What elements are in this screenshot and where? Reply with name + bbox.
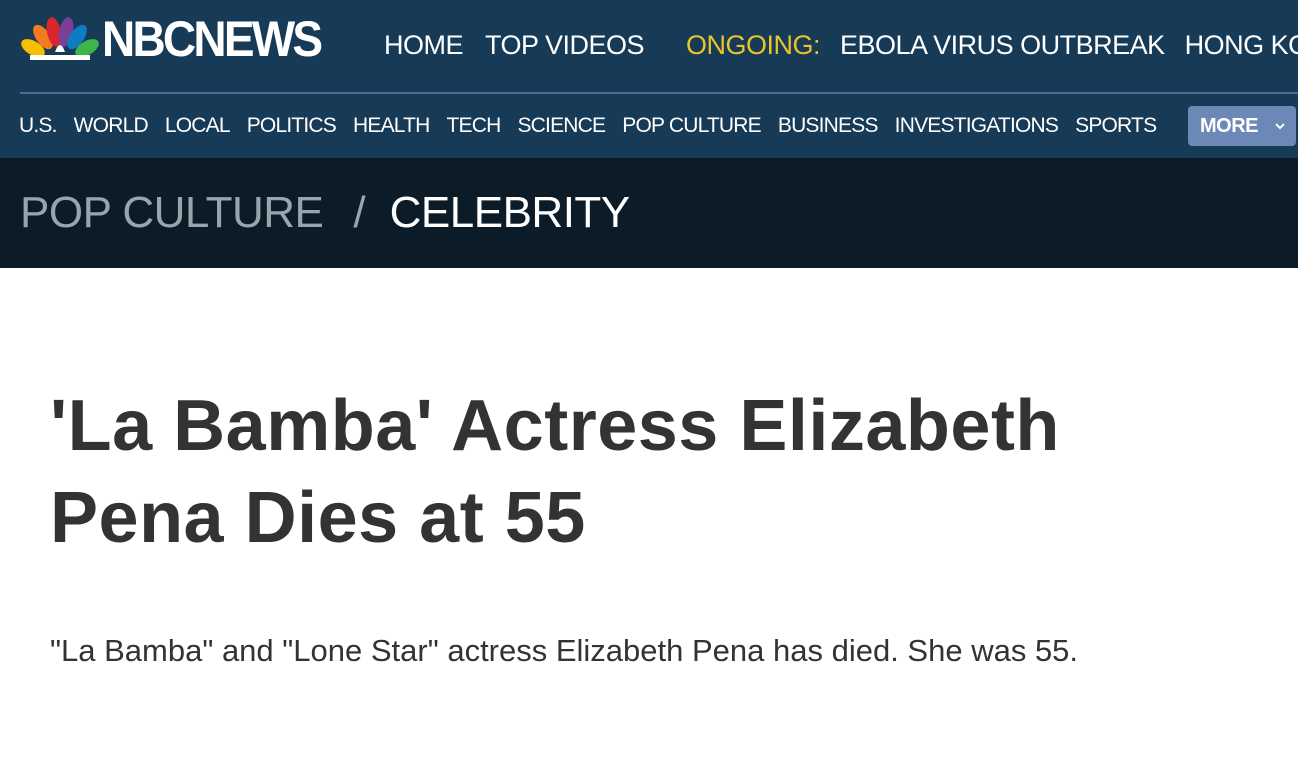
section-nav-politics[interactable]: POLITICS (247, 112, 337, 140)
article-headline: 'La Bamba' Actress Elizabeth Pena Dies a… (50, 386, 1060, 558)
chevron-down-icon (1275, 123, 1285, 130)
section-nav: U.S. WORLD LOCAL POLITICS HEALTH TECH SC… (19, 112, 1173, 140)
top-nav: HOME TOP VIDEOS (384, 28, 666, 62)
top-nav-home[interactable]: HOME (384, 28, 464, 62)
ongoing-topics: ONGOING: EBOLA VIRUS OUTBREAK HONG KONG (686, 28, 1298, 62)
section-nav-science[interactable]: SCIENCE (517, 112, 606, 140)
section-nav-business[interactable]: BUSINESS (778, 112, 879, 140)
section-nav-pop-culture[interactable]: POP CULTURE (622, 112, 761, 140)
header-divider (20, 92, 1298, 94)
breadcrumb: POP CULTURE / CELEBRITY (20, 186, 630, 240)
article-summary: "La Bamba" and "Lone Star" actress Eliza… (50, 633, 1079, 668)
section-nav-investigations[interactable]: INVESTIGATIONS (895, 112, 1059, 140)
nbc-news-logo[interactable]: NBCNEWS (20, 14, 339, 64)
section-nav-health[interactable]: HEALTH (353, 112, 430, 140)
ongoing-label: ONGOING: (686, 30, 821, 60)
more-button[interactable]: MORE (1188, 106, 1296, 146)
section-nav-sports[interactable]: SPORTS (1075, 112, 1157, 140)
ongoing-ebola-link[interactable]: EBOLA VIRUS OUTBREAK (840, 28, 1165, 62)
logo-wordmark: NBCNEWS (102, 11, 323, 67)
breadcrumb-current-link[interactable]: CELEBRITY (390, 186, 631, 240)
section-nav-us[interactable]: U.S. (19, 112, 57, 140)
ongoing-hong-kong-link[interactable]: HONG KONG (1185, 28, 1298, 62)
section-nav-world[interactable]: WORLD (74, 112, 149, 140)
top-nav-top-videos[interactable]: TOP VIDEOS (485, 28, 645, 62)
more-button-label: MORE (1200, 114, 1259, 137)
section-nav-local[interactable]: LOCAL (165, 112, 231, 140)
peacock-icon (21, 17, 99, 60)
breadcrumb-parent-link[interactable]: POP CULTURE (20, 186, 324, 240)
section-nav-tech[interactable]: TECH (447, 112, 502, 140)
breadcrumb-separator: / (353, 188, 366, 237)
